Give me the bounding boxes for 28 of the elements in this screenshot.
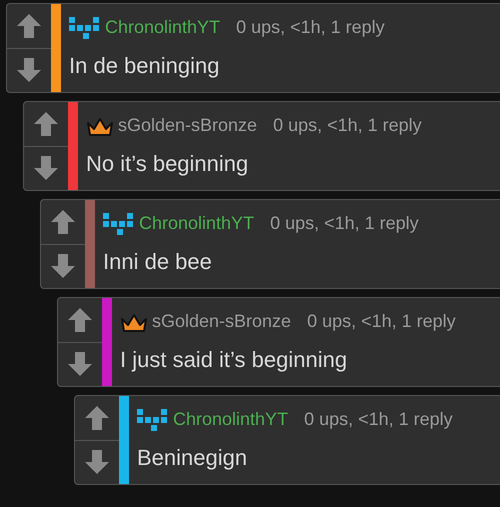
pixel-icon bbox=[137, 408, 169, 430]
up-arrow-icon bbox=[67, 306, 93, 333]
comment-text: I just said it’s beginning bbox=[120, 346, 348, 374]
comment-meta: 0 ups, <1h, 1 reply bbox=[307, 310, 456, 333]
comment-text: No it’s beginning bbox=[86, 150, 250, 178]
comment-meta: 0 ups, <1h, 1 reply bbox=[273, 114, 422, 137]
author-name[interactable]: ChronolinthYT bbox=[173, 406, 288, 433]
up-arrow-icon bbox=[50, 208, 76, 235]
up-arrow-icon bbox=[16, 12, 42, 39]
down-arrow-icon bbox=[84, 449, 110, 476]
pixel-icon bbox=[69, 16, 101, 38]
down-arrow-icon bbox=[67, 351, 93, 378]
author-name[interactable]: ChronolinthYT bbox=[139, 210, 254, 237]
down-arrow-icon bbox=[50, 253, 76, 280]
author-name[interactable]: sGolden-sBronze bbox=[118, 112, 258, 139]
comment-text: Beninegign bbox=[137, 444, 248, 472]
comment-meta: 0 ups, <1h, 1 reply bbox=[236, 16, 385, 39]
down-arrow-icon bbox=[33, 155, 59, 182]
pixel-icon bbox=[103, 212, 135, 234]
down-arrow-icon bbox=[16, 57, 42, 84]
author-name[interactable]: ChronolinthYT bbox=[105, 14, 220, 41]
up-arrow-icon bbox=[84, 404, 110, 431]
comment-meta: 0 ups, <1h, 1 reply bbox=[304, 408, 453, 431]
author-name[interactable]: sGolden-sBronze bbox=[152, 308, 292, 335]
comment-text: Inni de bee bbox=[103, 248, 213, 276]
up-arrow-icon bbox=[33, 110, 59, 137]
comment-meta: 0 ups, <1h, 1 reply bbox=[270, 212, 419, 235]
comment-text: In de beninging bbox=[69, 52, 220, 80]
